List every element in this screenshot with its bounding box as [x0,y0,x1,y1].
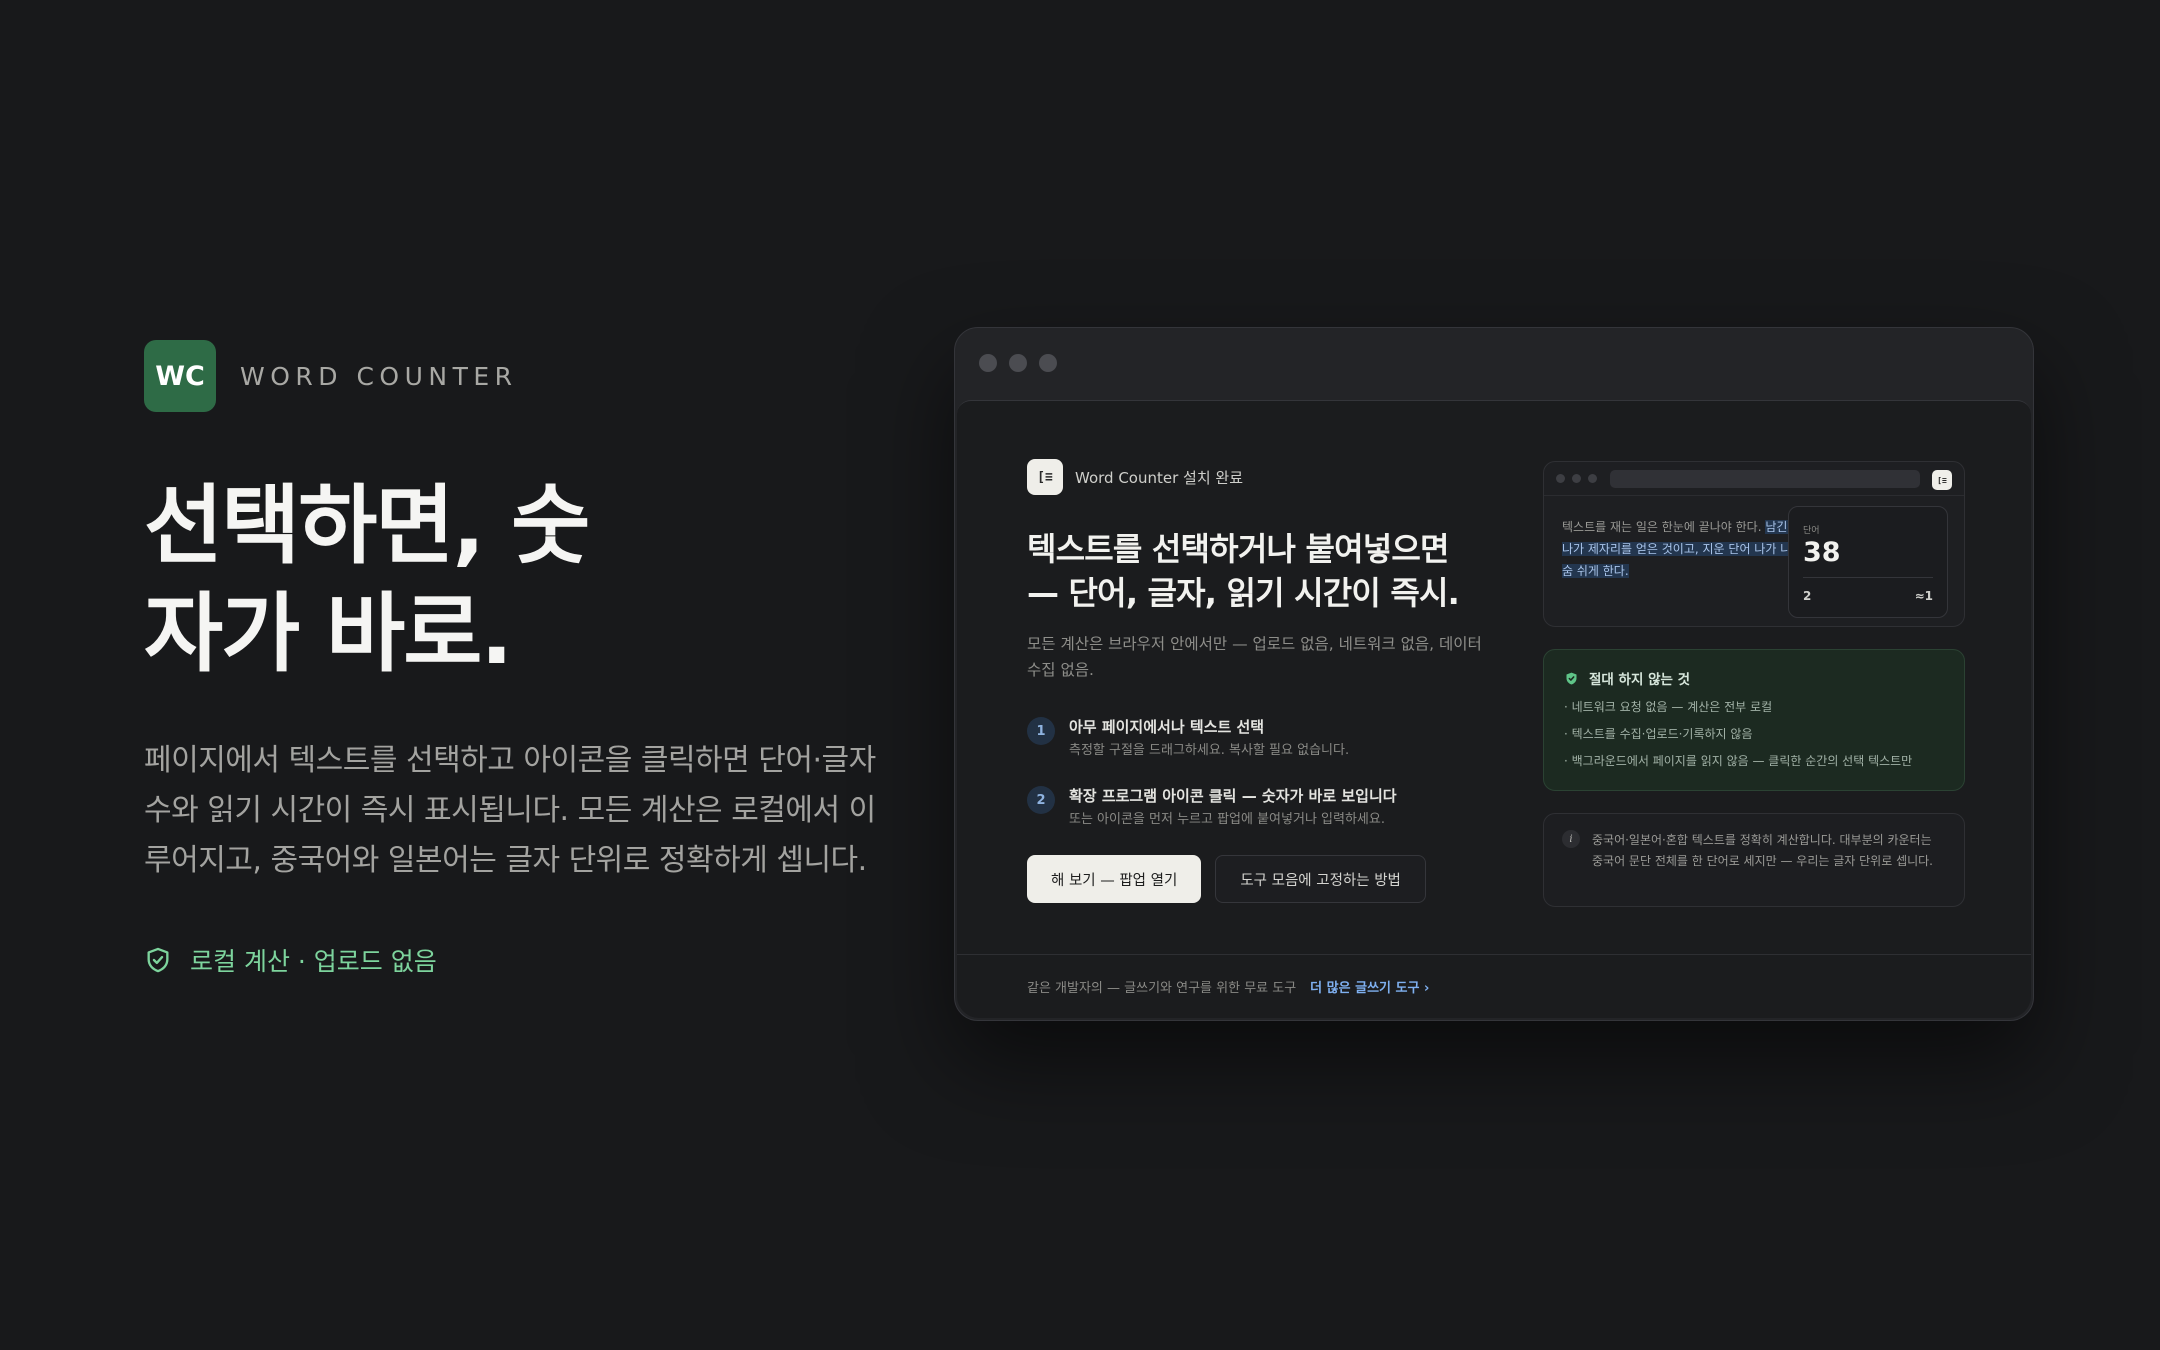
brand: WC WORD COUNTER [144,340,904,412]
extension-welcome-page: [≡ Word Counter 설치 완료 텍스트를 선택하거나 붙여넣으면 —… [957,400,2031,1018]
info-icon: i [1562,830,1580,848]
demo-text-plain: 텍스트를 재는 일은 한눈에 끝나야 한다. [1562,520,1766,534]
installed-header: [≡ Word Counter 설치 완료 [1027,459,1487,495]
window-maximize-dot[interactable] [1039,354,1057,372]
never-do-title: 절대 하지 않는 것 [1589,672,1691,688]
list-item: · 백그라운드에서 페이지를 읽지 않음 — 클릭한 순간의 선택 텍스트만 [1564,754,1913,768]
step-title: 아무 페이지에서나 텍스트 선택 [1069,718,1265,736]
brand-name: WORD COUNTER [240,361,518,391]
demo-count-card: 단어 38 2 ≈1 [1788,506,1948,618]
step-desc: 측정할 구절을 드래그하세요. 복사할 필요 없습니다. [1069,743,1350,758]
step-item: 2 확장 프로그램 아이콘 클릭 — 숫자가 바로 보입니다 또는 아이콘을 먼… [1027,786,1487,829]
headline-line-2: 자가 바로. [144,584,513,684]
list-item: · 텍스트를 수집·업로드·기록하지 않음 [1564,727,1753,741]
demo-dot [1572,474,1581,483]
demo-dot [1588,474,1597,483]
extension-icon: [≡ [1027,459,1063,495]
brand-logo: WC [144,340,216,412]
demo-browser-bar [1544,462,1964,496]
welcome-subtitle: 모든 계산은 브라우저 안에서만 — 업로드 없음, 네트워크 없음, 데이터 … [1027,635,1482,679]
hero: WC WORD COUNTER 선택하면, 숫 자가 바로. 페이지에서 텍스트… [144,340,904,978]
footer-text: 같은 개발자의 — 글쓰기와 연구를 위한 무료 도구 [1027,981,1297,996]
steps-list: 1 아무 페이지에서나 텍스트 선택 측정할 구절을 드래그하세요. 복사할 필… [1027,717,1487,829]
welcome-title: 텍스트를 선택하거나 붙여넣으면 — 단어, 글자, 읽기 시간이 즉시. [1027,530,1460,612]
demo-extension-icon: [≡ [1932,470,1952,490]
trust-badge: 로컬 계산 · 업로드 없음 [144,942,904,978]
step-number: 2 [1027,786,1055,814]
open-popup-button[interactable]: 해 보기 — 팝업 열기 [1027,855,1202,903]
window-minimize-dot[interactable] [1009,354,1027,372]
demo-address-bar [1610,469,1920,488]
hero-lead: 페이지에서 텍스트를 선택하고 아이콘을 클릭하면 단어·글자 수와 읽기 시간… [144,743,876,878]
step-desc: 또는 아이콘을 먼저 누르고 팝업에 붙여넣거나 입력하세요. [1069,812,1385,827]
trust-text: 로컬 계산 · 업로드 없음 [190,947,437,976]
never-do-list: · 네트워크 요청 없음 — 계산은 전부 로컬 · 텍스트를 수집·업로드·기… [1564,694,1944,775]
cjk-note-card: i 중국어·일본어·혼합 텍스트를 정확히 계산합니다. 대부분의 카운터는 중… [1543,813,1965,907]
count-value: 38 [1803,537,1841,568]
step-number: 1 [1027,717,1055,745]
hero-headline: 선택하면, 숫 자가 바로. [144,472,664,688]
action-buttons: 해 보기 — 팝업 열기 도구 모음에 고정하는 방법 [1027,855,1487,903]
never-do-card: 절대 하지 않는 것 · 네트워크 요청 없음 — 계산은 전부 로컬 · 텍스… [1543,649,1965,791]
browser-chrome [955,328,2033,398]
cjk-note-text: 중국어·일본어·혼합 텍스트를 정확히 계산합니다. 대부분의 카운터는 중국어… [1592,833,1934,868]
list-item: · 네트워크 요청 없음 — 계산은 전부 로컬 [1564,700,1773,714]
pin-toolbar-button[interactable]: 도구 모음에 고정하는 방법 [1215,855,1426,903]
welcome-side: [≡ 텍스트를 재는 일은 한눈에 끝나야 한다. 남긴 하나하나가 제자리를 … [1543,461,1965,907]
demo-preview: [≡ 텍스트를 재는 일은 한눈에 끝나야 한다. 남긴 하나하나가 제자리를 … [1543,461,1965,627]
headline-line-1: 선택하면, 숫 [144,476,590,576]
installed-label: Word Counter 설치 완료 [1075,468,1244,487]
more-tools-link[interactable]: 더 많은 글쓰기 도구 › [1310,977,1429,996]
step-title: 확장 프로그램 아이콘 클릭 — 숫자가 바로 보입니다 [1069,787,1397,805]
step-item: 1 아무 페이지에서나 텍스트 선택 측정할 구절을 드래그하세요. 복사할 필… [1027,717,1487,760]
count-stat-b: ≈1 [1914,589,1933,603]
welcome-footer: 같은 개발자의 — 글쓰기와 연구를 위한 무료 도구 더 많은 글쓰기 도구 … [957,954,2031,1018]
count-divider [1803,577,1933,578]
shield-check-icon [147,947,169,973]
window-close-dot[interactable] [979,354,997,372]
browser-window: [≡ Word Counter 설치 완료 텍스트를 선택하거나 붙여넣으면 —… [954,327,2034,1021]
never-do-header: 절대 하지 않는 것 [1564,668,1944,688]
demo-dot [1556,474,1565,483]
welcome-main: [≡ Word Counter 설치 완료 텍스트를 선택하거나 붙여넣으면 —… [1027,459,1487,903]
shield-check-icon [1566,672,1577,684]
count-stat-a: 2 [1803,589,1812,603]
count-label: 단어 [1803,526,1820,536]
